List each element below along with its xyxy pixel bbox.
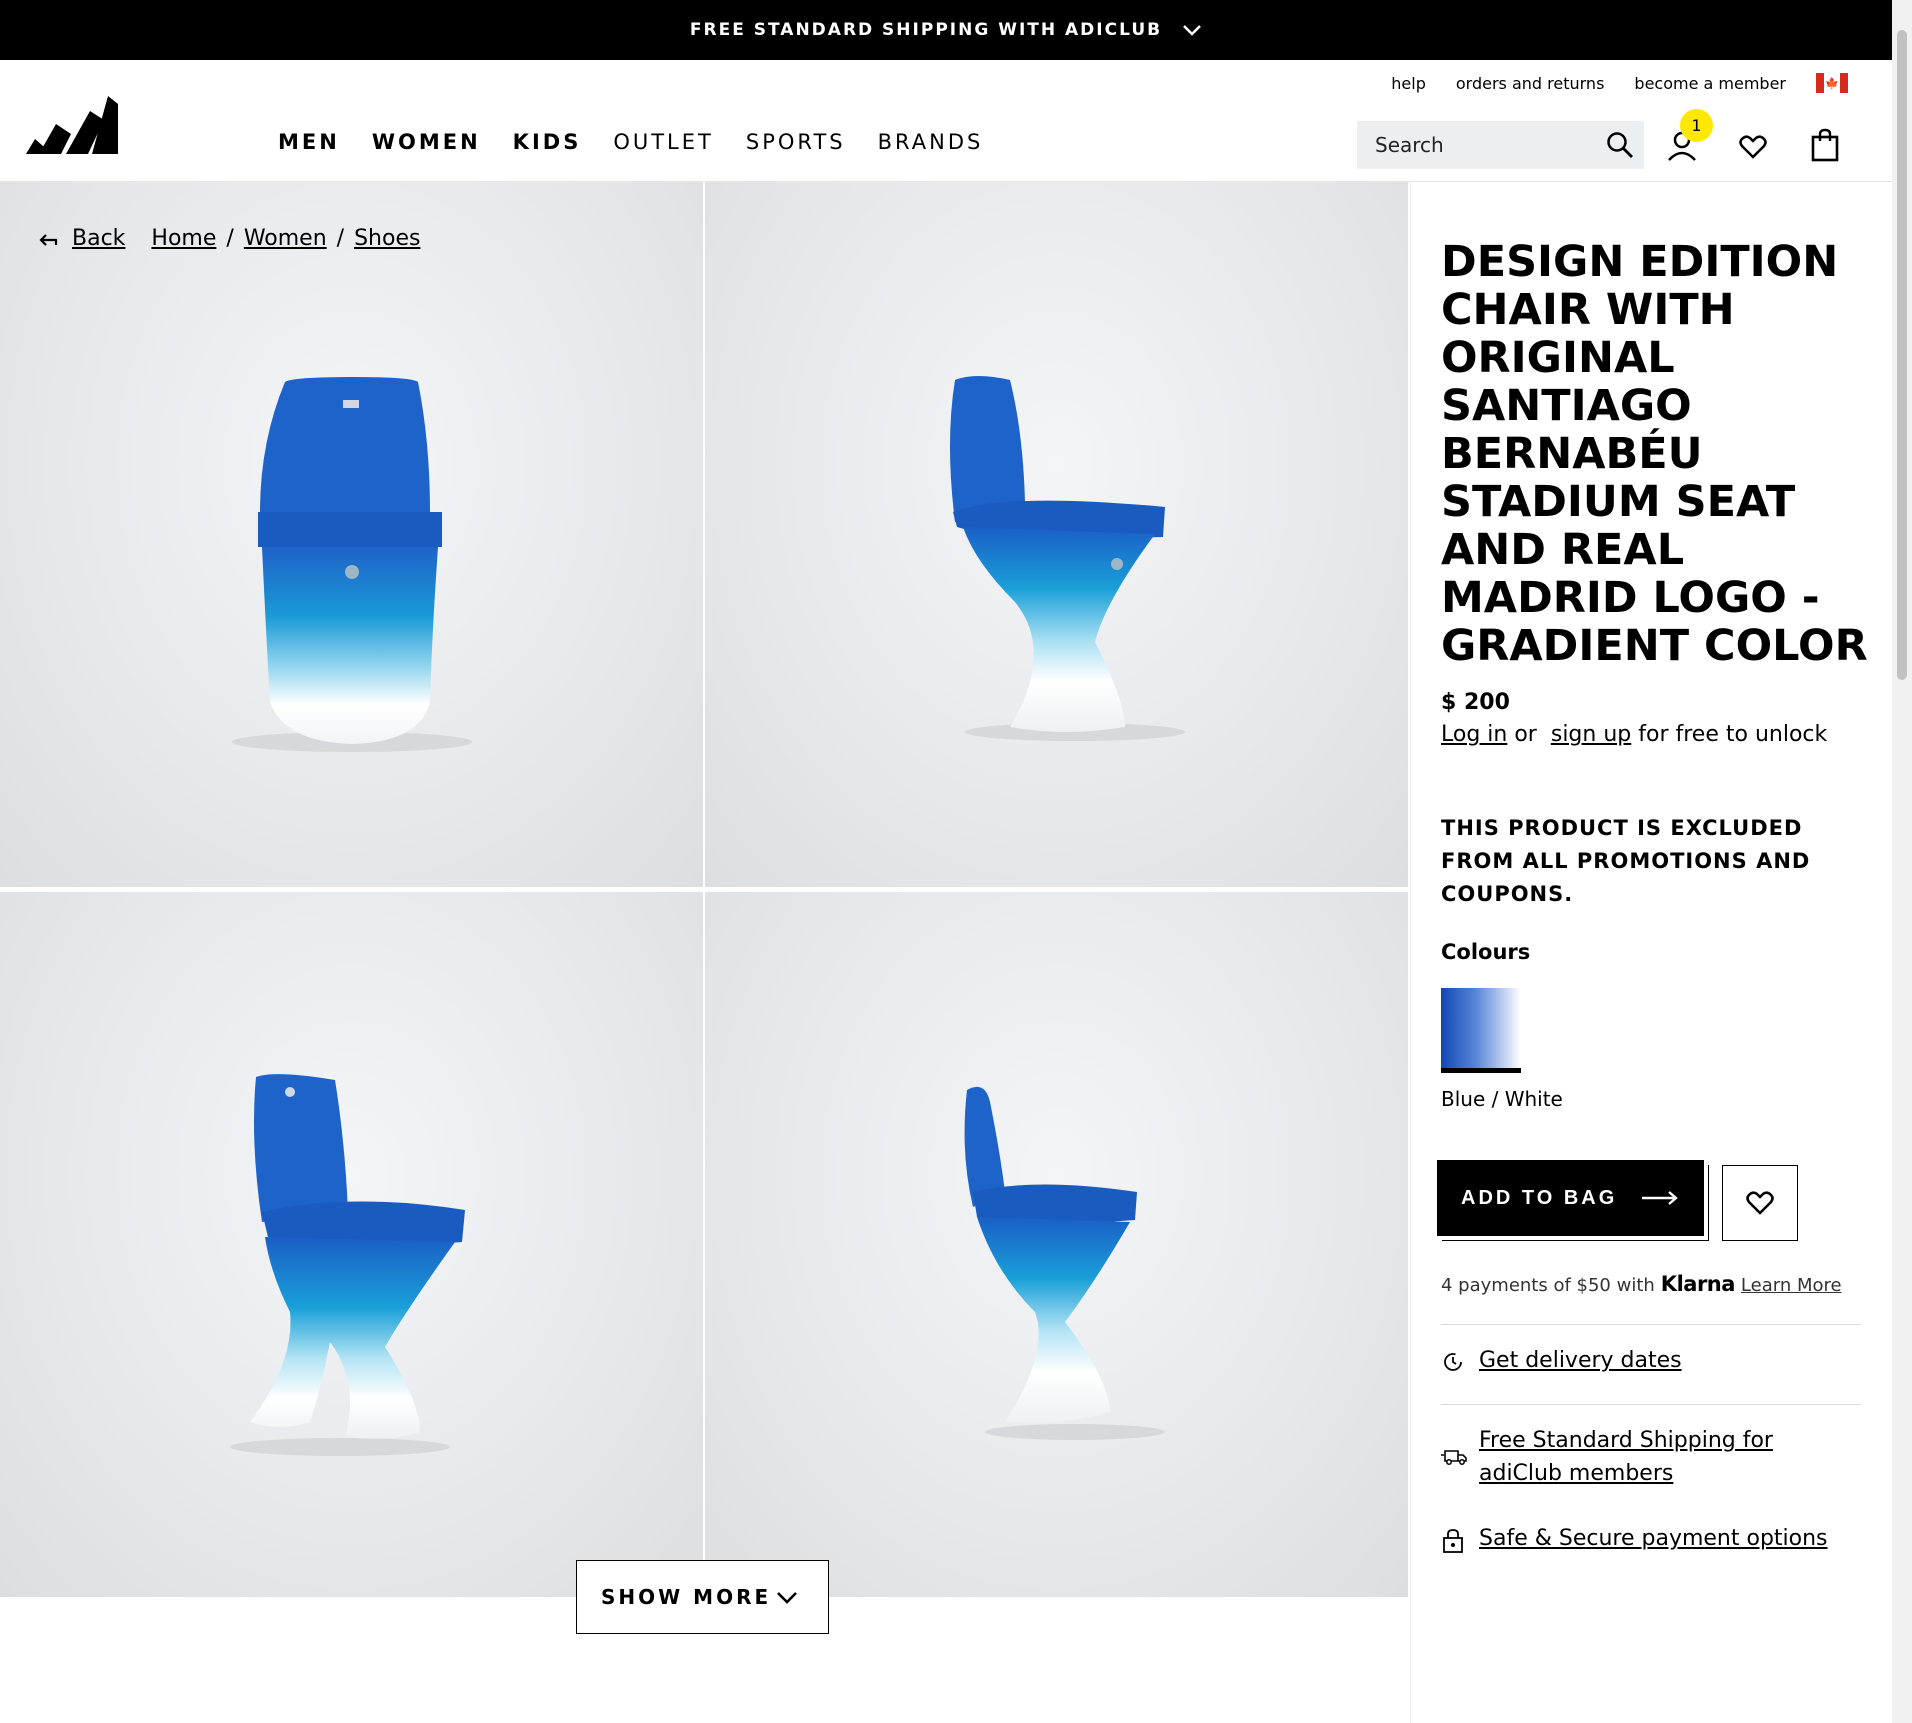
search-box	[1357, 121, 1644, 169]
product-image-angle[interactable]	[705, 182, 1408, 887]
product-details-panel: DESIGN EDITION CHAIR WITH ORIGINAL SANTI…	[1410, 182, 1893, 1723]
heart-icon[interactable]	[1739, 134, 1767, 160]
klarna-learn-more-link[interactable]: Learn More	[1741, 1275, 1842, 1296]
login-link[interactable]: Log in	[1441, 722, 1507, 747]
nav-sports[interactable]: SPORTS	[746, 130, 846, 154]
back-arrow-icon[interactable]	[38, 231, 60, 247]
secure-payment-row[interactable]: Safe & Secure payment options	[1441, 1522, 1828, 1564]
show-more-button[interactable]: SHOW MORE	[576, 1560, 829, 1634]
product-image-side-rear[interactable]	[0, 892, 703, 1597]
search-icon[interactable]	[1606, 131, 1634, 159]
member-unlock-text: Log in or sign up for free to unlock	[1441, 722, 1827, 747]
nav-men[interactable]: MEN	[278, 130, 340, 154]
free-shipping-row[interactable]: Free Standard Shipping for adiClub membe…	[1441, 1424, 1861, 1490]
delivery-dates-link[interactable]: Get delivery dates	[1479, 1344, 1682, 1377]
nav-outlet[interactable]: OUTLET	[613, 130, 714, 154]
secure-payment-link[interactable]: Safe & Secure payment options	[1479, 1522, 1828, 1555]
help-link[interactable]: help	[1391, 74, 1426, 93]
arrow-right-icon	[1642, 1191, 1678, 1205]
product-title: DESIGN EDITION CHAIR WITH ORIGINAL SANTI…	[1441, 237, 1868, 671]
main-nav: MEN WOMEN KIDS OUTLET SPORTS BRANDS	[278, 130, 1015, 154]
orders-returns-link[interactable]: orders and returns	[1456, 74, 1605, 93]
selected-colour-name: Blue / White	[1441, 1087, 1563, 1111]
chevron-down-icon	[777, 1592, 797, 1604]
promo-exclusion-notice: THIS PRODUCT IS EXCLUDED FROM ALL PROMOT…	[1441, 816, 1811, 906]
clock-icon	[1444, 1353, 1462, 1371]
add-to-bag-label: ADD TO BAG	[1461, 1186, 1618, 1209]
shopping-bag-icon[interactable]	[1811, 128, 1839, 162]
breadcrumb-shoes[interactable]: Shoes	[354, 226, 420, 251]
breadcrumb-women[interactable]: Women	[244, 226, 327, 251]
product-gallery	[0, 182, 1410, 1597]
search-input[interactable]	[1373, 132, 1597, 158]
unlock-or: or	[1514, 722, 1537, 747]
page-scrollbar[interactable]	[1892, 0, 1912, 1723]
become-member-link[interactable]: become a member	[1634, 74, 1786, 93]
canada-flag-icon[interactable]: 🍁	[1816, 73, 1848, 93]
heart-icon	[1746, 1191, 1774, 1215]
nav-brands[interactable]: BRANDS	[878, 130, 984, 154]
delivery-truck-icon	[1441, 1450, 1467, 1465]
breadcrumb-separator: /	[226, 226, 234, 251]
unlock-rest: for free to unlock	[1638, 722, 1828, 747]
divider	[1441, 1324, 1861, 1325]
free-shipping-link[interactable]: Free Standard Shipping for adiClub membe…	[1479, 1424, 1861, 1490]
add-to-bag-button[interactable]: ADD TO BAG	[1437, 1160, 1704, 1236]
utility-links: help orders and returns become a member …	[1361, 73, 1848, 93]
breadcrumb-home[interactable]: Home	[151, 226, 216, 251]
lock-icon	[1443, 1529, 1463, 1553]
klarna-installments: 4 payments of $50 with Klarna Learn More	[1441, 1272, 1842, 1296]
shipping-banner[interactable]: FREE STANDARD SHIPPING WITH ADICLUB	[0, 0, 1892, 60]
delivery-dates-row[interactable]: Get delivery dates	[1441, 1344, 1682, 1384]
account-badge: 1	[1680, 109, 1713, 142]
divider	[1441, 1404, 1861, 1405]
scrollbar-thumb[interactable]	[1897, 30, 1907, 680]
adidas-logo[interactable]	[26, 96, 118, 154]
back-link[interactable]: Back	[72, 226, 125, 251]
breadcrumb-separator: /	[336, 226, 345, 251]
breadcrumb: Back Home / Women / Shoes	[38, 226, 420, 251]
product-image-profile[interactable]	[705, 892, 1408, 1597]
product-price: $ 200	[1441, 690, 1510, 715]
klarna-text: 4 payments of $50 with	[1441, 1275, 1655, 1296]
signup-link[interactable]: sign up	[1551, 722, 1631, 747]
colours-heading: Colours	[1441, 940, 1531, 964]
show-more-label: SHOW MORE	[601, 1585, 772, 1609]
colour-swatch-blue-white[interactable]	[1441, 988, 1521, 1073]
product-image-front[interactable]	[0, 182, 703, 887]
nav-kids[interactable]: KIDS	[513, 130, 582, 154]
add-to-wishlist-button[interactable]	[1722, 1165, 1798, 1241]
nav-women[interactable]: WOMEN	[372, 130, 481, 154]
chevron-down-icon	[1183, 25, 1201, 36]
klarna-logo: Klarna	[1660, 1272, 1736, 1296]
banner-text: FREE STANDARD SHIPPING WITH ADICLUB	[689, 20, 1163, 40]
